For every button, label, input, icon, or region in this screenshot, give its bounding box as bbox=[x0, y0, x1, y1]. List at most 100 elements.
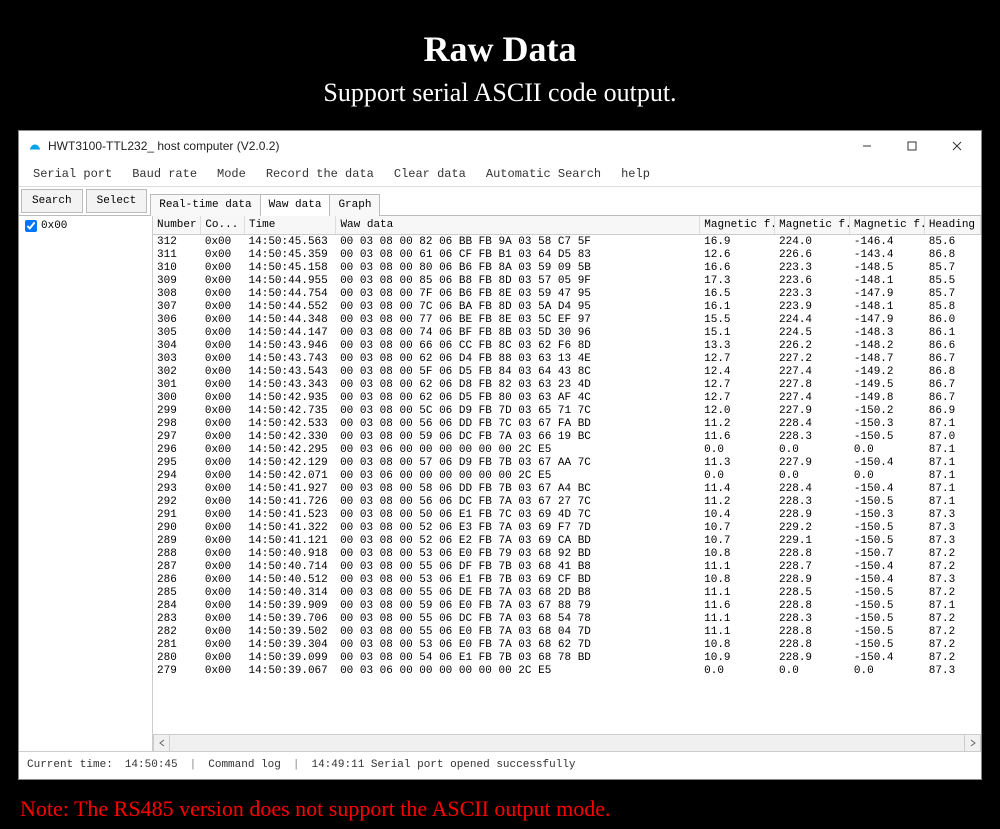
table-row[interactable]: 2880x0014:50:40.91800 03 08 00 53 06 E0 … bbox=[153, 547, 981, 560]
table-cell: 226.2 bbox=[775, 339, 850, 352]
table-row[interactable]: 2900x0014:50:41.32200 03 08 00 52 06 E3 … bbox=[153, 521, 981, 534]
col-co[interactable]: Co... bbox=[201, 216, 245, 235]
table-cell: 86.1 bbox=[925, 326, 981, 339]
table-row[interactable]: 3080x0014:50:44.75400 03 08 00 7F 06 B6 … bbox=[153, 287, 981, 300]
table-cell: 87.3 bbox=[925, 521, 981, 534]
table-cell: 11.1 bbox=[700, 586, 775, 599]
table-row[interactable]: 2940x0014:50:42.07100 03 06 00 00 00 00 … bbox=[153, 469, 981, 482]
table-row[interactable]: 2860x0014:50:40.51200 03 08 00 53 06 E1 … bbox=[153, 573, 981, 586]
table-cell: 12.6 bbox=[700, 248, 775, 261]
tab-graph[interactable]: Graph bbox=[329, 194, 380, 216]
table-cell: 87.1 bbox=[925, 469, 981, 482]
table-cell: 228.3 bbox=[775, 612, 850, 625]
table-row[interactable]: 3090x0014:50:44.95500 03 08 00 85 06 B8 … bbox=[153, 274, 981, 287]
body: 0x00 Number Co... Time Waw data Magnetic… bbox=[19, 215, 981, 751]
menubar: Serial port Baud rate Mode Record the da… bbox=[19, 161, 981, 187]
table-cell: 223.6 bbox=[775, 274, 850, 287]
table-row[interactable]: 3020x0014:50:43.54300 03 08 00 5F 06 D5 … bbox=[153, 365, 981, 378]
table-cell: 87.1 bbox=[925, 599, 981, 612]
col-mag2[interactable]: Magnetic f... bbox=[775, 216, 850, 235]
col-mag1[interactable]: Magnetic f... bbox=[700, 216, 775, 235]
table-cell: 228.8 bbox=[775, 638, 850, 651]
horizontal-scrollbar[interactable] bbox=[153, 734, 981, 751]
search-button[interactable]: Search bbox=[21, 189, 83, 213]
menu-mode[interactable]: Mode bbox=[209, 164, 254, 184]
col-raw[interactable]: Waw data bbox=[336, 216, 700, 235]
table-row[interactable]: 3110x0014:50:45.35900 03 08 00 61 06 CF … bbox=[153, 248, 981, 261]
table-row[interactable]: 2920x0014:50:41.72600 03 08 00 56 06 DC … bbox=[153, 495, 981, 508]
col-time[interactable]: Time bbox=[244, 216, 335, 235]
table-cell: 14:50:42.735 bbox=[245, 404, 337, 417]
table-row[interactable]: 3010x0014:50:43.34300 03 08 00 62 06 D8 … bbox=[153, 378, 981, 391]
table-row[interactable]: 2850x0014:50:40.31400 03 08 00 55 06 DE … bbox=[153, 586, 981, 599]
menu-record[interactable]: Record the data bbox=[258, 164, 382, 184]
table-row[interactable]: 2820x0014:50:39.50200 03 08 00 55 06 E0 … bbox=[153, 625, 981, 638]
scroll-left-arrow[interactable] bbox=[153, 735, 170, 752]
table-cell: 291 bbox=[153, 508, 201, 521]
table-row[interactable]: 2830x0014:50:39.70600 03 08 00 55 06 DC … bbox=[153, 612, 981, 625]
table-cell: 228.9 bbox=[775, 508, 850, 521]
device-checkbox-row[interactable]: 0x00 bbox=[25, 220, 146, 232]
side-panel: 0x00 bbox=[19, 216, 153, 751]
table-row[interactable]: 3070x0014:50:44.55200 03 08 00 7C 06 BA … bbox=[153, 300, 981, 313]
table-row[interactable]: 2960x0014:50:42.29500 03 06 00 00 00 00 … bbox=[153, 443, 981, 456]
table-row[interactable]: 2950x0014:50:42.12900 03 08 00 57 06 D9 … bbox=[153, 456, 981, 469]
table-cell: -150.5 bbox=[850, 534, 925, 547]
maximize-button[interactable] bbox=[889, 132, 934, 160]
table-row[interactable]: 3050x0014:50:44.14700 03 08 00 74 06 BF … bbox=[153, 326, 981, 339]
table-row[interactable]: 2870x0014:50:40.71400 03 08 00 55 06 DF … bbox=[153, 560, 981, 573]
col-number[interactable]: Number bbox=[153, 216, 201, 235]
table-row[interactable]: 3100x0014:50:45.15800 03 08 00 80 06 B6 … bbox=[153, 261, 981, 274]
table-cell: 14:50:39.909 bbox=[245, 599, 337, 612]
table-cell: 227.4 bbox=[775, 391, 850, 404]
table-row[interactable]: 2980x0014:50:42.53300 03 08 00 56 06 DD … bbox=[153, 417, 981, 430]
menu-serial-port[interactable]: Serial port bbox=[25, 164, 120, 184]
table-header-row: Number Co... Time Waw data Magnetic f...… bbox=[153, 216, 981, 235]
table-row[interactable]: 2790x0014:50:39.06700 03 06 00 00 00 00 … bbox=[153, 664, 981, 677]
menu-help[interactable]: help bbox=[613, 164, 658, 184]
table-cell: 14:50:42.533 bbox=[245, 417, 337, 430]
table-cell: 228.3 bbox=[775, 495, 850, 508]
table-row[interactable]: 2990x0014:50:42.73500 03 08 00 5C 06 D9 … bbox=[153, 404, 981, 417]
scroll-right-arrow[interactable] bbox=[964, 735, 981, 752]
scroll-track[interactable] bbox=[170, 735, 964, 752]
select-button[interactable]: Select bbox=[86, 189, 148, 213]
table-cell: -148.2 bbox=[850, 339, 925, 352]
table-row[interactable]: 3060x0014:50:44.34800 03 08 00 77 06 BE … bbox=[153, 313, 981, 326]
page-subtitle: Support serial ASCII code output. bbox=[0, 78, 1000, 108]
table-row[interactable]: 2810x0014:50:39.30400 03 08 00 53 06 E0 … bbox=[153, 638, 981, 651]
menu-auto-search[interactable]: Automatic Search bbox=[478, 164, 609, 184]
table-cell: 282 bbox=[153, 625, 201, 638]
menu-clear[interactable]: Clear data bbox=[386, 164, 474, 184]
menu-baud-rate[interactable]: Baud rate bbox=[124, 164, 205, 184]
table-row[interactable]: 3000x0014:50:42.93500 03 08 00 62 06 D5 … bbox=[153, 391, 981, 404]
table-row[interactable]: 2890x0014:50:41.12100 03 08 00 52 06 E2 … bbox=[153, 534, 981, 547]
table-cell: 10.8 bbox=[700, 638, 775, 651]
table-row[interactable]: 3040x0014:50:43.94600 03 08 00 66 06 CC … bbox=[153, 339, 981, 352]
tab-raw-data[interactable]: Waw data bbox=[260, 194, 331, 216]
table-cell: 228.3 bbox=[775, 430, 850, 443]
table-cell: 0x00 bbox=[201, 378, 245, 391]
table-row[interactable]: 3030x0014:50:43.74300 03 08 00 62 06 D4 … bbox=[153, 352, 981, 365]
table-row[interactable]: 2930x0014:50:41.92700 03 08 00 58 06 DD … bbox=[153, 482, 981, 495]
tab-realtime[interactable]: Real-time data bbox=[150, 194, 260, 216]
table-row[interactable]: 2840x0014:50:39.90900 03 08 00 59 06 E0 … bbox=[153, 599, 981, 612]
col-heading[interactable]: Heading bbox=[924, 216, 980, 235]
minimize-button[interactable] bbox=[844, 132, 889, 160]
table-row[interactable]: 2910x0014:50:41.52300 03 08 00 50 06 E1 … bbox=[153, 508, 981, 521]
table-cell: 87.2 bbox=[925, 560, 981, 573]
device-checkbox[interactable] bbox=[25, 220, 37, 232]
table-cell: -147.9 bbox=[850, 287, 925, 300]
table-cell: -150.3 bbox=[850, 508, 925, 521]
table-body: 3120x0014:50:45.56300 03 08 00 82 06 BB … bbox=[153, 235, 981, 677]
table-cell: 14:50:40.512 bbox=[245, 573, 337, 586]
table-row[interactable]: 2970x0014:50:42.33000 03 08 00 59 06 DC … bbox=[153, 430, 981, 443]
table-row[interactable]: 2800x0014:50:39.09900 03 08 00 54 06 E1 … bbox=[153, 651, 981, 664]
table-cell: 0x00 bbox=[201, 339, 245, 352]
close-button[interactable] bbox=[934, 132, 979, 160]
table-cell: 228.7 bbox=[775, 560, 850, 573]
col-mag3[interactable]: Magnetic f... bbox=[849, 216, 924, 235]
table-cell: -150.5 bbox=[850, 599, 925, 612]
table-row[interactable]: 3120x0014:50:45.56300 03 08 00 82 06 BB … bbox=[153, 235, 981, 248]
current-time-label: Current time: bbox=[27, 759, 113, 771]
